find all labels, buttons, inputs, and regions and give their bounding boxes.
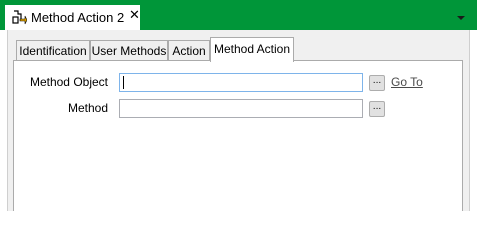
method-object-field[interactable] <box>119 73 363 92</box>
close-icon[interactable]: ✕ <box>129 8 140 23</box>
tab-user-methods[interactable]: User Methods <box>90 40 168 61</box>
goto-link[interactable]: Go To <box>391 75 423 89</box>
method-field[interactable] <box>119 99 363 118</box>
method-browse-button[interactable]: ... <box>369 101 385 117</box>
tab-method-action[interactable]: Method Action <box>210 37 294 62</box>
tab-action[interactable]: Action <box>168 40 210 61</box>
text-caret <box>123 76 124 89</box>
method-object-browse-button[interactable]: ... <box>369 75 385 91</box>
document-tab-title: Method Action 2 <box>31 10 125 25</box>
method-action-icon <box>11 10 28 26</box>
tab-identification[interactable]: Identification <box>16 40 90 61</box>
tab-list-dropdown-icon[interactable] <box>457 16 465 20</box>
document-tab[interactable]: Method Action 2 ✕ <box>5 5 140 30</box>
method-object-label: Method Object <box>29 75 108 89</box>
method-label: Method <box>67 101 108 115</box>
